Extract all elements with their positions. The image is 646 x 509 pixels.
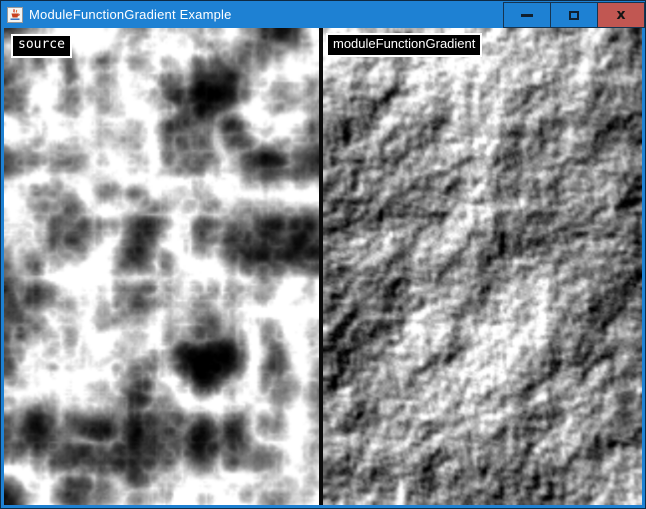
source-label: source: [11, 34, 72, 58]
close-button[interactable]: x: [597, 2, 645, 28]
close-icon: x: [616, 8, 625, 22]
window-content: source moduleFunctionGradient: [1, 28, 645, 508]
java-coffee-cup-icon: [7, 7, 23, 23]
maximize-button[interactable]: [550, 2, 598, 28]
gradient-panel: moduleFunctionGradient: [323, 28, 642, 505]
module-function-gradient-image: [323, 28, 642, 505]
title-bar[interactable]: ModuleFunctionGradient Example x: [1, 1, 645, 28]
image-area: source moduleFunctionGradient: [4, 28, 642, 505]
window-title: ModuleFunctionGradient Example: [29, 7, 232, 22]
source-panel: source: [4, 28, 319, 505]
source-image: [4, 28, 319, 505]
maximize-icon: [569, 11, 579, 20]
minimize-button[interactable]: [503, 2, 551, 28]
minimize-icon: [521, 14, 533, 17]
module-function-gradient-label: moduleFunctionGradient: [326, 33, 482, 57]
app-window: ModuleFunctionGradient Example x source …: [0, 0, 646, 509]
window-controls: x: [503, 1, 645, 28]
